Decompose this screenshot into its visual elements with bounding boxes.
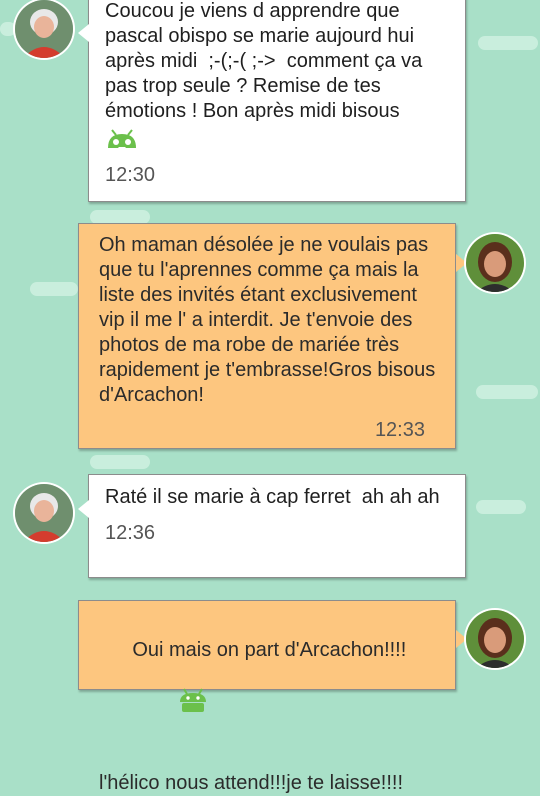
message-timestamp: 12:33 (374, 419, 425, 441)
young-woman-avatar[interactable] (466, 610, 524, 668)
background-cloud (0, 22, 16, 36)
older-woman-avatar[interactable] (15, 0, 73, 58)
android-robot-icon (132, 663, 208, 746)
background-cloud (476, 500, 526, 514)
message-bubble-incoming[interactable]: Raté il se marie à cap ferret ah ah ah 1… (88, 474, 466, 578)
background-cloud (478, 36, 538, 50)
message-timestamp: 12:36 (105, 522, 156, 544)
older-woman-avatar[interactable] (15, 484, 73, 542)
message-text-line-2: l'hélico nous attend!!!je te laisse!!!! (99, 772, 403, 794)
young-woman-avatar[interactable] (466, 234, 524, 292)
message-timestamp: 12:30 (105, 164, 156, 186)
background-cloud (90, 455, 150, 469)
message-text: Raté il se marie à cap ferret ah ah ah (105, 486, 440, 508)
bubble-tail (78, 24, 89, 42)
message-bubble-outgoing[interactable]: Oui mais on part d'Arcachon!!!! l'hélico… (78, 600, 456, 794)
background-cloud (90, 210, 150, 224)
message-text: Oui mais on part d'Arcachon!!!! (99, 613, 441, 771)
message-text: Coucou je viens d apprendre que pascal o… (105, 0, 428, 122)
background-cloud (30, 282, 78, 296)
background-cloud (476, 385, 538, 399)
message-bubble-outgoing[interactable]: Oh maman désolée je ne voulais pas que t… (78, 223, 456, 449)
message-bubble-incoming[interactable]: Coucou je viens d apprendre que pascal o… (88, 0, 466, 202)
message-text: Oh maman désolée je ne voulais pas que t… (99, 234, 441, 406)
bubble-tail (78, 500, 89, 518)
android-robot-icon (105, 128, 139, 159)
